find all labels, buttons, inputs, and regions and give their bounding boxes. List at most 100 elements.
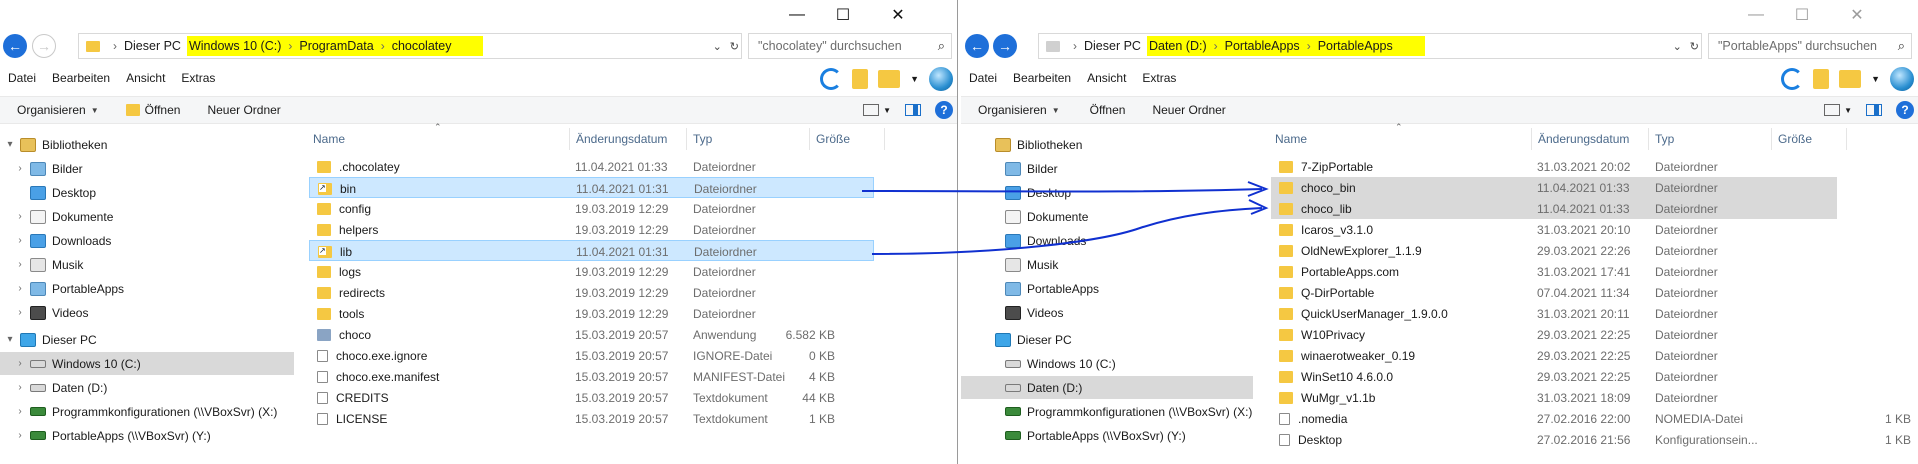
nav-item[interactable]: PortableApps	[961, 277, 1255, 300]
preview-pane-icon[interactable]	[905, 104, 921, 116]
chevron-down-icon[interactable]: ▾	[4, 334, 16, 345]
file-row[interactable]: Icaros_v3.1.0 31.03.2021 20:10 Dateiordner	[1271, 219, 1837, 240]
menu-bearbeiten[interactable]: Bearbeiten	[44, 71, 118, 85]
file-row[interactable]: OldNewExplorer_1.1.9 29.03.2021 22:26 Date…	[1271, 240, 1837, 261]
nav-item[interactable]: › Downloads	[0, 229, 294, 252]
nav-item[interactable]: Desktop	[0, 181, 294, 204]
chevron-down-icon[interactable]: ▾	[4, 139, 16, 150]
folder-view-icon[interactable]	[878, 70, 901, 88]
refresh-icon[interactable]: ↻	[730, 40, 739, 53]
chevron-down-icon[interactable]: ▼	[1844, 106, 1852, 115]
column-header-date[interactable]: Änderungsdatum	[570, 128, 687, 150]
help-icon[interactable]: ?	[935, 101, 953, 119]
chevron-right-icon[interactable]: ›	[14, 235, 26, 246]
file-row[interactable]: logs 19.03.2019 12:29 Dateiordner	[309, 261, 874, 282]
preview-pane-icon[interactable]	[1866, 104, 1882, 116]
nav-item[interactable]: Daten (D:)	[961, 376, 1253, 399]
breadcrumb-portableapps[interactable]: PortableApps	[1223, 39, 1302, 53]
column-header-name[interactable]: Name	[1269, 128, 1532, 150]
folder-view-icon[interactable]	[1839, 70, 1862, 88]
file-row[interactable]: QuickUserManager_1.9.0.0 31.03.2021 20:11…	[1271, 303, 1837, 324]
chevron-down-icon[interactable]: ⌄	[1673, 40, 1682, 53]
nav-item[interactable]: › Daten (D:)	[0, 376, 294, 399]
menu-datei[interactable]: Datei	[961, 71, 1005, 85]
nav-item[interactable]: › PortableApps (\\VBoxSvr) (Y:)	[0, 424, 294, 447]
nav-item[interactable]: › PortableApps	[0, 277, 294, 300]
file-row[interactable]: bin 11.04.2021 01:31 Dateiordner	[309, 177, 874, 198]
menu-extras[interactable]: Extras	[1134, 71, 1184, 85]
breadcrumb-portableapps-sub[interactable]: PortableApps	[1316, 39, 1395, 53]
address-bar[interactable]: › Dieser PC Windows 10 (C:) › ProgramDat…	[78, 33, 742, 59]
column-header-size[interactable]: Größe	[1772, 128, 1847, 150]
nav-item[interactable]: Musik	[961, 253, 1255, 276]
menu-datei[interactable]: Datei	[0, 71, 44, 85]
file-row[interactable]: PortableApps.com 31.03.2021 17:41 Dateiord…	[1271, 261, 1837, 282]
chevron-right-icon[interactable]: ›	[14, 406, 26, 417]
view-options-icon[interactable]	[863, 104, 880, 116]
nav-item[interactable]: Downloads	[961, 229, 1255, 252]
nav-item[interactable]: Dieser PC	[961, 328, 1255, 351]
open-button[interactable]: Öffnen	[109, 103, 191, 117]
chevron-right-icon[interactable]: ›	[14, 283, 26, 294]
chevron-right-icon[interactable]: ›	[14, 307, 26, 318]
nav-item[interactable]: Videos	[961, 301, 1255, 324]
sync-icon[interactable]	[1781, 68, 1804, 90]
nav-item[interactable]: › Windows 10 (C:)	[0, 352, 294, 375]
back-button[interactable]: ←	[965, 34, 989, 58]
file-row[interactable]: CREDITS 15.03.2019 20:57 Textdokument 44 KB	[309, 387, 874, 408]
menu-extras[interactable]: Extras	[173, 71, 223, 85]
chevron-right-icon[interactable]: ›	[14, 259, 26, 270]
close-button[interactable]: ✕	[866, 0, 930, 30]
chevron-down-icon[interactable]: ⌄	[713, 40, 722, 53]
globe-icon[interactable]	[1890, 67, 1914, 91]
folder-icon[interactable]	[1813, 69, 1830, 89]
file-row[interactable]: LICENSE 15.03.2019 20:57 Textdokument 1 KB	[309, 408, 874, 429]
globe-icon[interactable]	[929, 67, 953, 91]
folder-icon[interactable]	[852, 69, 869, 89]
file-row[interactable]: choco_bin 11.04.2021 01:33 Dateiordner	[1271, 177, 1837, 198]
forward-button[interactable]: →	[993, 34, 1017, 58]
open-button[interactable]: Öffnen	[1070, 103, 1136, 117]
column-header-size[interactable]: Größe	[810, 128, 885, 150]
file-row[interactable]: lib 11.04.2021 01:31 Dateiordner	[309, 240, 874, 261]
organize-button[interactable]: Organisieren ▼	[0, 103, 109, 117]
search-input[interactable]: "chocolatey" durchsuchen ⌕	[748, 33, 952, 59]
chevron-down-icon[interactable]: ▼	[883, 106, 891, 115]
file-row[interactable]: config 19.03.2019 12:29 Dateiordner	[309, 198, 874, 219]
chevron-right-icon[interactable]: ›	[14, 382, 26, 393]
menu-bearbeiten[interactable]: Bearbeiten	[1005, 71, 1079, 85]
file-row[interactable]: .nomedia 27.02.2016 22:00 NOMEDIA-Datei 1 K…	[1271, 408, 1911, 429]
file-row[interactable]: choco_lib 11.04.2021 01:33 Dateiordner	[1271, 198, 1837, 219]
search-input[interactable]: "PortableApps" durchsuchen ⌕	[1708, 33, 1912, 59]
nav-item[interactable]: Bibliotheken	[961, 133, 1255, 156]
file-row[interactable]: Desktop 27.02.2016 21:56 Konfigurationsein…	[1271, 429, 1911, 450]
column-header-name[interactable]: Name	[307, 128, 570, 150]
forward-button[interactable]: →	[32, 34, 56, 58]
nav-item[interactable]: Windows 10 (C:)	[961, 352, 1255, 375]
new-folder-button[interactable]: Neuer Ordner	[1135, 103, 1235, 117]
file-row[interactable]: .chocolatey 11.04.2021 01:33 Dateiordner	[309, 156, 874, 177]
file-row[interactable]: WinSet10 4.6.0.0 29.03.2021 22:25 Dateiord…	[1271, 366, 1837, 387]
maximize-button[interactable]: ☐	[820, 0, 866, 30]
file-row[interactable]: redirects 19.03.2019 12:29 Dateiordner	[309, 282, 874, 303]
nav-item[interactable]: › Dokumente	[0, 205, 294, 228]
nav-item[interactable]: › Bilder	[0, 157, 294, 180]
chevron-down-icon[interactable]: ▼	[1871, 74, 1880, 84]
breadcrumb-drive[interactable]: Daten (D:)	[1147, 39, 1209, 53]
chevron-right-icon[interactable]: ›	[14, 358, 26, 369]
breadcrumb-root[interactable]: Dieser PC	[1082, 39, 1143, 53]
chevron-down-icon[interactable]: ▼	[910, 74, 919, 84]
file-row[interactable]: W10Privacy 29.03.2021 22:25 Dateiordner	[1271, 324, 1837, 345]
help-icon[interactable]: ?	[1896, 101, 1914, 119]
file-row[interactable]: winaerotweaker_0.19 29.03.2021 22:25 Datei…	[1271, 345, 1837, 366]
nav-item[interactable]: Dokumente	[961, 205, 1255, 228]
menu-ansicht[interactable]: Ansicht	[1079, 71, 1134, 85]
chevron-right-icon[interactable]: ›	[14, 163, 26, 174]
chevron-right-icon[interactable]: ›	[14, 430, 26, 441]
file-row[interactable]: 7-ZipPortable 31.03.2021 20:02 Dateiordner	[1271, 156, 1837, 177]
minimize-button[interactable]: —	[774, 0, 820, 30]
refresh-icon[interactable]: ↻	[1690, 40, 1699, 53]
sync-icon[interactable]	[820, 68, 843, 90]
column-header-type[interactable]: Typ	[1649, 128, 1772, 150]
nav-item[interactable]: PortableApps (\\VBoxSvr) (Y:)	[961, 424, 1255, 447]
